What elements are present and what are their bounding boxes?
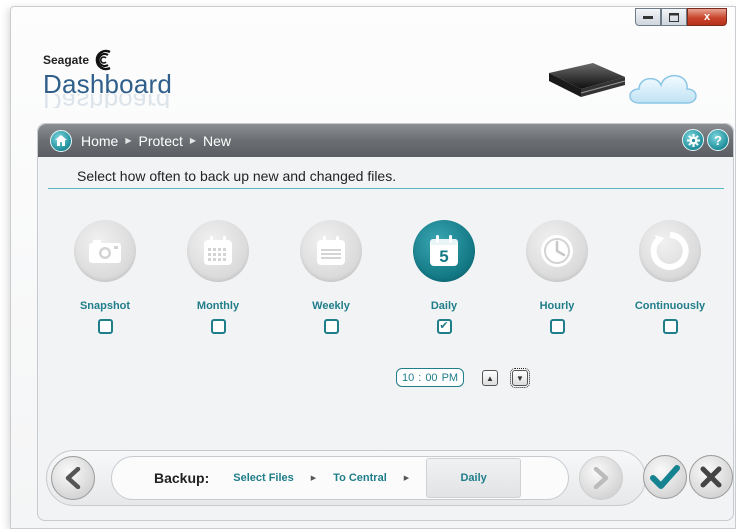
time-minute[interactable]: 00 (425, 372, 437, 384)
calendar-month-icon[interactable] (187, 220, 249, 282)
device-and-cloud-icon (549, 63, 697, 104)
time-up-button[interactable]: ▲ (482, 370, 498, 386)
frequency-label: Monthly (196, 300, 240, 312)
wizard-steps: Backup: Select Files ▶ To Central ▶ Dail… (111, 456, 569, 500)
maximize-icon (669, 12, 679, 22)
home-button[interactable] (50, 129, 72, 152)
product-name-reflection: Dashboard (43, 94, 172, 108)
frequency-continuously[interactable]: Continuously (630, 220, 710, 334)
window-controls: x (635, 8, 727, 26)
time-ampm[interactable]: PM (442, 372, 459, 384)
frequency-snapshot[interactable]: Snapshot (65, 220, 145, 334)
time-down-button[interactable]: ▼ (510, 368, 530, 388)
arrow-up-icon: ▲ (486, 373, 494, 383)
cancel-button[interactable] (689, 455, 733, 499)
maximize-button[interactable] (661, 8, 687, 26)
day-number: 5 (439, 247, 448, 266)
help-button[interactable]: ? (707, 129, 729, 151)
wizard-title: Backup: (154, 470, 210, 486)
chevron-right-icon (593, 467, 609, 489)
hero-illustration (535, 53, 705, 118)
minimize-icon (643, 16, 653, 19)
frequency-weekly[interactable]: Weekly (291, 220, 371, 334)
checkmark-icon (650, 465, 680, 489)
instruction-text: Select how often to back up new and chan… (77, 168, 397, 184)
step-arrow-icon: ▶ (403, 475, 410, 482)
calendar-week-icon[interactable] (300, 220, 362, 282)
breadcrumb-new: New (203, 132, 232, 149)
breadcrumb-home[interactable]: Home (81, 133, 118, 149)
hourly-checkbox[interactable] (549, 319, 565, 334)
back-button[interactable] (51, 456, 95, 500)
snapshot-checkbox[interactable] (97, 319, 113, 334)
clock-icon[interactable] (526, 220, 588, 282)
close-button[interactable]: x (687, 8, 727, 26)
breadcrumb-arrow-icon: ▶ (125, 136, 132, 145)
app-window: x Seagate Dashboard Dashboard (10, 6, 736, 529)
time-separator: : (418, 371, 422, 384)
frequency-label: Hourly (539, 300, 575, 312)
seagate-logo-icon (95, 49, 111, 71)
frequency-monthly[interactable]: Monthly (178, 220, 258, 334)
step-to-central[interactable]: To Central (333, 472, 387, 484)
confirm-button[interactable] (643, 455, 687, 499)
wizard-bar: Backup: Select Files ▶ To Central ▶ Dail… (46, 450, 646, 506)
help-icon: ? (714, 132, 722, 148)
step-daily[interactable]: Daily (426, 458, 522, 498)
frequency-label: Daily (430, 300, 458, 312)
home-icon (55, 135, 67, 146)
frequency-daily[interactable]: 5 Daily ✔ (404, 220, 484, 334)
daily-checkbox[interactable]: ✔ (436, 319, 452, 334)
refresh-icon[interactable] (639, 220, 701, 282)
main-panel: Home ▶ Protect ▶ New ? Select how often … (37, 123, 734, 521)
close-icon (700, 466, 722, 488)
calendar-day-icon[interactable]: 5 (413, 220, 475, 282)
gear-icon (686, 133, 700, 147)
breadcrumb-arrow-icon: ▶ (189, 136, 197, 145)
breadcrumb: Home ▶ Protect ▶ New ? (38, 124, 733, 157)
frequency-hourly[interactable]: Hourly (517, 220, 597, 334)
chevron-left-icon (65, 467, 81, 489)
continuously-checkbox[interactable] (662, 319, 678, 334)
minimize-button[interactable] (635, 8, 661, 26)
frequency-label: Snapshot (79, 300, 131, 312)
brand-name: Seagate (43, 53, 90, 67)
frequency-label: Weekly (312, 300, 350, 312)
settings-button[interactable] (682, 129, 704, 151)
monthly-checkbox[interactable] (210, 319, 226, 334)
frequency-label: Continuously (634, 300, 706, 312)
time-input[interactable]: 10 : 00 PM (396, 368, 465, 387)
forward-button[interactable] (579, 456, 623, 500)
step-select-files[interactable]: Select Files (233, 472, 294, 484)
step-arrow-icon: ▶ (310, 475, 317, 482)
arrow-down-icon: ▼ (516, 373, 524, 383)
time-hour[interactable]: 10 (402, 372, 414, 384)
camera-icon[interactable] (74, 220, 136, 282)
weekly-checkbox[interactable] (323, 319, 339, 334)
divider (48, 188, 724, 189)
logo: Seagate Dashboard Dashboard (43, 49, 172, 108)
breadcrumb-protect[interactable]: Protect (139, 133, 183, 149)
